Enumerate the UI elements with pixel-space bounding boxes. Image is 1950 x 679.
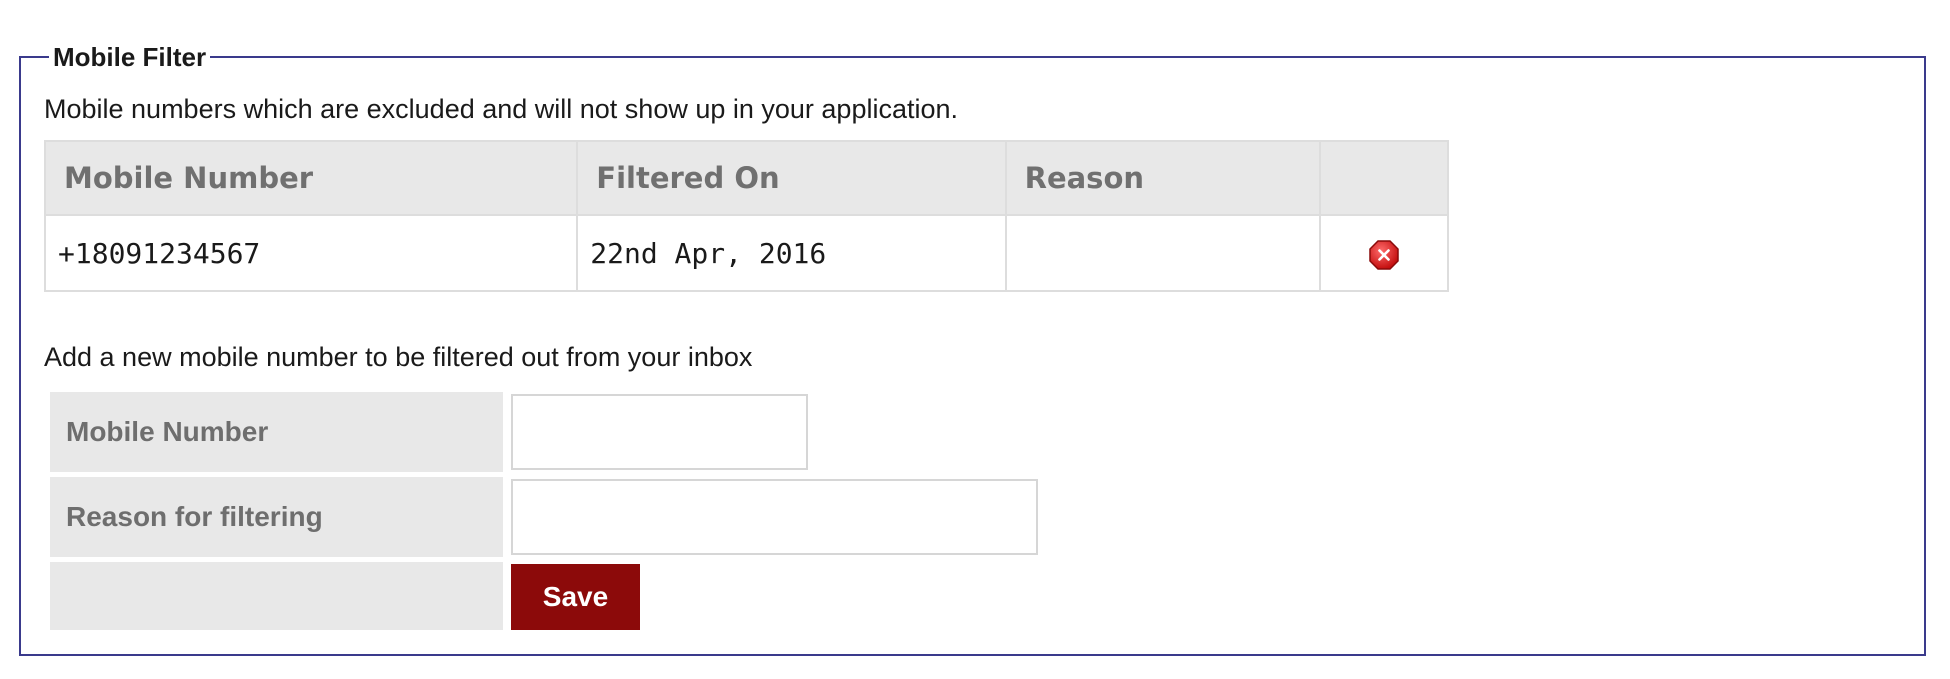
cell-filtered-on: 22nd Apr, 2016 [576, 214, 1007, 292]
header-mobile-number: Mobile Number [43, 140, 579, 216]
header-action [1319, 140, 1449, 216]
mobile-number-input[interactable] [511, 394, 808, 470]
save-button[interactable]: Save [511, 564, 640, 630]
reason-label: Reason for filtering [50, 477, 503, 557]
cell-action [1319, 214, 1449, 292]
save-row-label-cell [50, 562, 503, 630]
table-header-row: Mobile Number Filtered On Reason [43, 140, 1449, 216]
mobile-number-label: Mobile Number [50, 392, 503, 472]
reason-input[interactable] [511, 479, 1038, 555]
table-row: +18091234567 22nd Apr, 2016 [43, 214, 1449, 292]
section-intro-text: Mobile numbers which are excluded and wi… [44, 94, 959, 124]
header-filtered-on: Filtered On [576, 140, 1007, 216]
add-number-intro: Add a new mobile number to be filtered o… [44, 342, 753, 372]
cell-mobile-number: +18091234567 [43, 214, 579, 292]
header-reason: Reason [1004, 140, 1322, 216]
section-legend: Mobile Filter [49, 40, 211, 74]
delete-icon[interactable] [1369, 239, 1399, 270]
filtered-numbers-table: Mobile Number Filtered On Reason +180912… [43, 140, 1449, 292]
cell-reason [1004, 214, 1322, 292]
